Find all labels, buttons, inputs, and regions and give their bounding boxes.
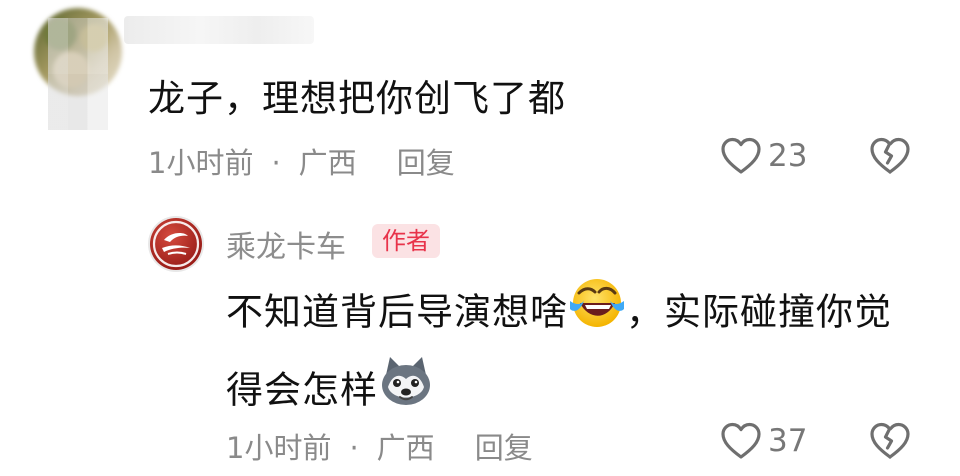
reply-like-button[interactable] — [720, 421, 762, 465]
author-badge: 作者 — [372, 224, 440, 258]
heart-icon — [721, 137, 761, 174]
reply-meta: 1小时前 · 广西 回复 — [226, 425, 533, 467]
reply-location: 广西 — [376, 431, 435, 465]
comment-text: 龙子，理想把你创飞了都 — [148, 77, 566, 120]
broken-heart-icon — [870, 422, 910, 459]
reply-time: 1小时前 — [226, 431, 332, 465]
comment-meta: 1小时前 · 广西 回复 — [148, 140, 455, 182]
laughing-tears-emoji — [568, 275, 626, 353]
comment-location: 广西 — [298, 146, 357, 180]
reply-like-count: 37 — [768, 423, 808, 459]
reply-button[interactable]: 回复 — [397, 146, 455, 180]
author-logo-icon — [152, 220, 200, 268]
reply-dislike-button[interactable] — [868, 421, 912, 465]
reply-button[interactable]: 回复 — [475, 431, 533, 465]
author-name[interactable]: 乘龙卡车 — [226, 222, 346, 266]
broken-heart-icon — [870, 137, 910, 174]
comment-time: 1小时前 — [148, 146, 254, 180]
like-button[interactable] — [720, 136, 762, 180]
meta-separator: · — [271, 146, 281, 180]
reply-text: 不知道背后导演想啥 ，实际碰撞你觉 得会怎样 — [226, 275, 916, 431]
like-count: 23 — [768, 138, 808, 174]
reply-text-part2: ，实际碰撞你觉 — [626, 290, 892, 334]
author-avatar[interactable] — [150, 218, 202, 270]
dislike-button[interactable] — [868, 136, 912, 180]
husky-dog-emoji — [378, 353, 434, 431]
reply-text-part3: 得会怎样 — [226, 368, 378, 412]
meta-separator: · — [349, 431, 359, 465]
privacy-mosaic — [48, 18, 108, 130]
reply-text-part1: 不知道背后导演想啥 — [226, 290, 568, 334]
commenter-name-blurred — [124, 16, 314, 44]
heart-icon — [721, 422, 761, 459]
